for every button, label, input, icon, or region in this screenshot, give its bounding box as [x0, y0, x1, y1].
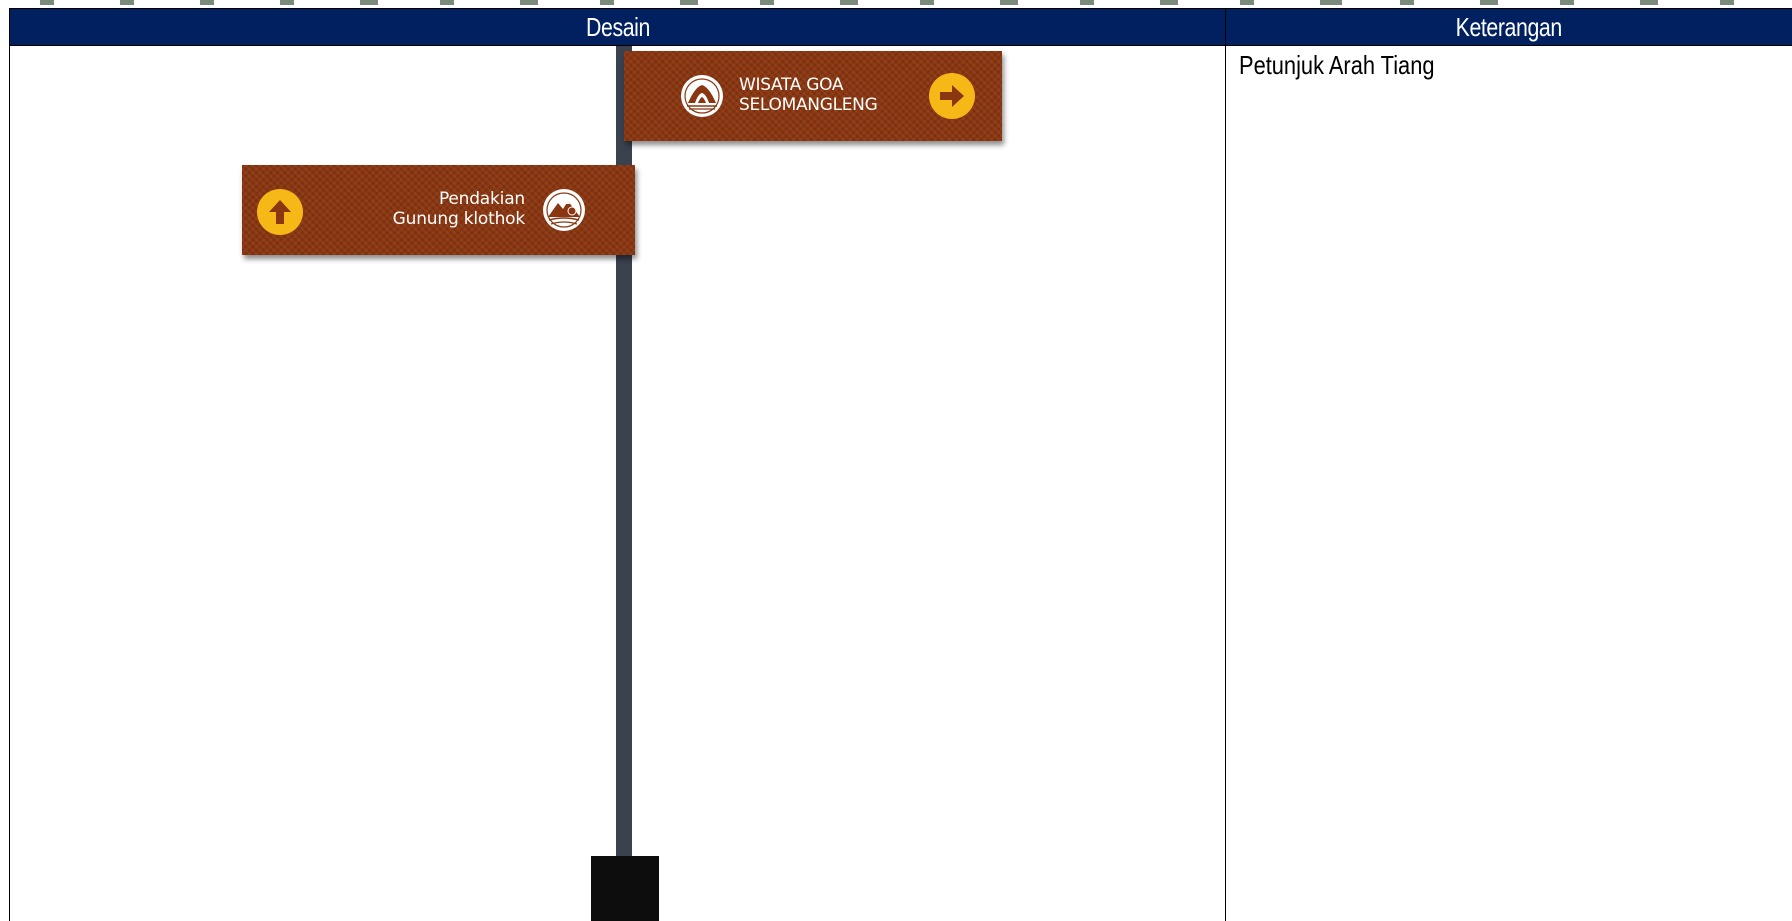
- arrow-up-icon: [269, 200, 291, 224]
- page: Desain Keterangan WISATA GOA SELOMANGLEN…: [0, 0, 1792, 921]
- header-description: Keterangan: [1225, 8, 1792, 46]
- design-table: Desain Keterangan WISATA GOA SELOMANGLEN…: [9, 8, 1792, 921]
- signpost-base: [591, 856, 659, 921]
- mountain-emblem-icon: [543, 189, 585, 231]
- arrow-circle-right: [929, 73, 975, 119]
- table-header-row: Desain Keterangan: [9, 8, 1792, 46]
- sign-board-right: WISATA GOA SELOMANGLENG: [624, 51, 1002, 141]
- header-design: Desain: [9, 8, 1226, 46]
- header-design-label: Desain: [585, 11, 650, 42]
- sign-right-text: WISATA GOA SELOMANGLENG: [739, 75, 878, 115]
- signpost-illustration: WISATA GOA SELOMANGLENG Pendakian Gunung…: [10, 46, 1225, 921]
- table-row: WISATA GOA SELOMANGLENG Pendakian Gunung…: [9, 45, 1792, 921]
- sign-board-left: Pendakian Gunung klothok: [242, 165, 635, 255]
- sign-left-line2: Gunung klothok: [392, 209, 526, 229]
- cave-emblem-icon: [681, 75, 723, 117]
- header-description-label: Keterangan: [1455, 11, 1563, 42]
- arrow-circle-up: [257, 189, 303, 235]
- description-text: Petunjuk Arah Tiang: [1239, 50, 1435, 80]
- top-dashed-border: [0, 0, 1792, 8]
- sign-left-text: Pendakian Gunung klothok: [392, 189, 526, 229]
- sign-right-line2: SELOMANGLENG: [739, 95, 878, 115]
- design-cell: WISATA GOA SELOMANGLENG Pendakian Gunung…: [9, 45, 1226, 921]
- sign-right-line1: WISATA GOA: [739, 75, 844, 95]
- arrow-right-icon: [940, 85, 964, 107]
- sign-left-line1: Pendakian: [438, 189, 525, 209]
- description-cell: Petunjuk Arah Tiang: [1225, 45, 1792, 921]
